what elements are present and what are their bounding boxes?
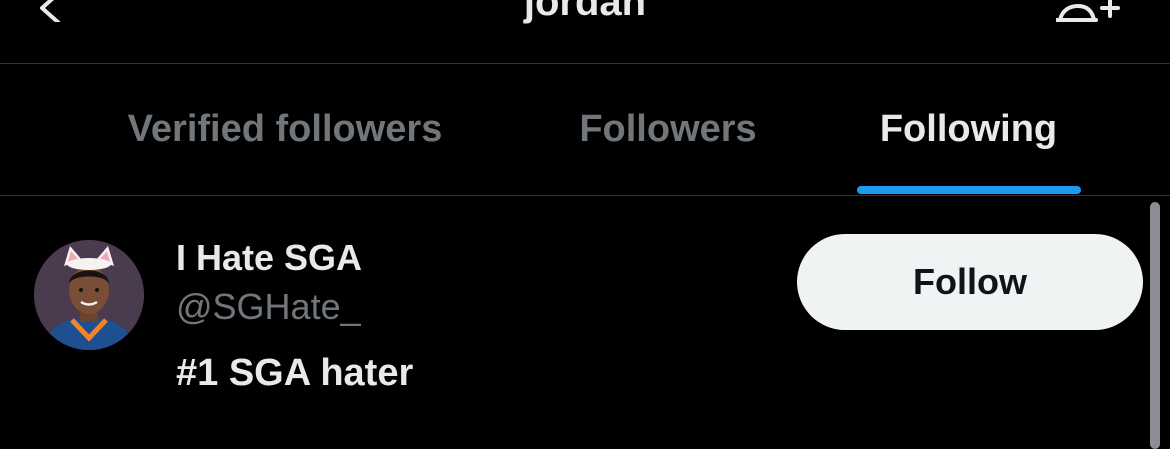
scrollbar[interactable]	[1150, 202, 1160, 449]
avatar[interactable]	[34, 240, 144, 350]
user-list-item[interactable]: I Hate SGA @SGHate_ #1 SGA hater Follow	[0, 196, 1150, 449]
user-handle[interactable]: @SGHate_	[176, 285, 361, 329]
tab-followers[interactable]: Followers	[555, 64, 781, 195]
top-bar: jordan	[0, 0, 1170, 64]
user-display-name[interactable]: I Hate SGA	[176, 236, 362, 280]
active-tab-indicator	[857, 186, 1081, 194]
user-bio: #1 SGA hater	[176, 352, 414, 394]
tab-bar: Verified followers Followers Following	[0, 64, 1170, 196]
tab-following[interactable]: Following	[850, 64, 1087, 195]
avatar-image	[34, 240, 144, 350]
page-title: jordan	[523, 0, 647, 24]
tab-verified-followers[interactable]: Verified followers	[90, 64, 480, 195]
add-user-icon[interactable]	[1056, 0, 1120, 30]
follow-button[interactable]: Follow	[797, 234, 1143, 330]
